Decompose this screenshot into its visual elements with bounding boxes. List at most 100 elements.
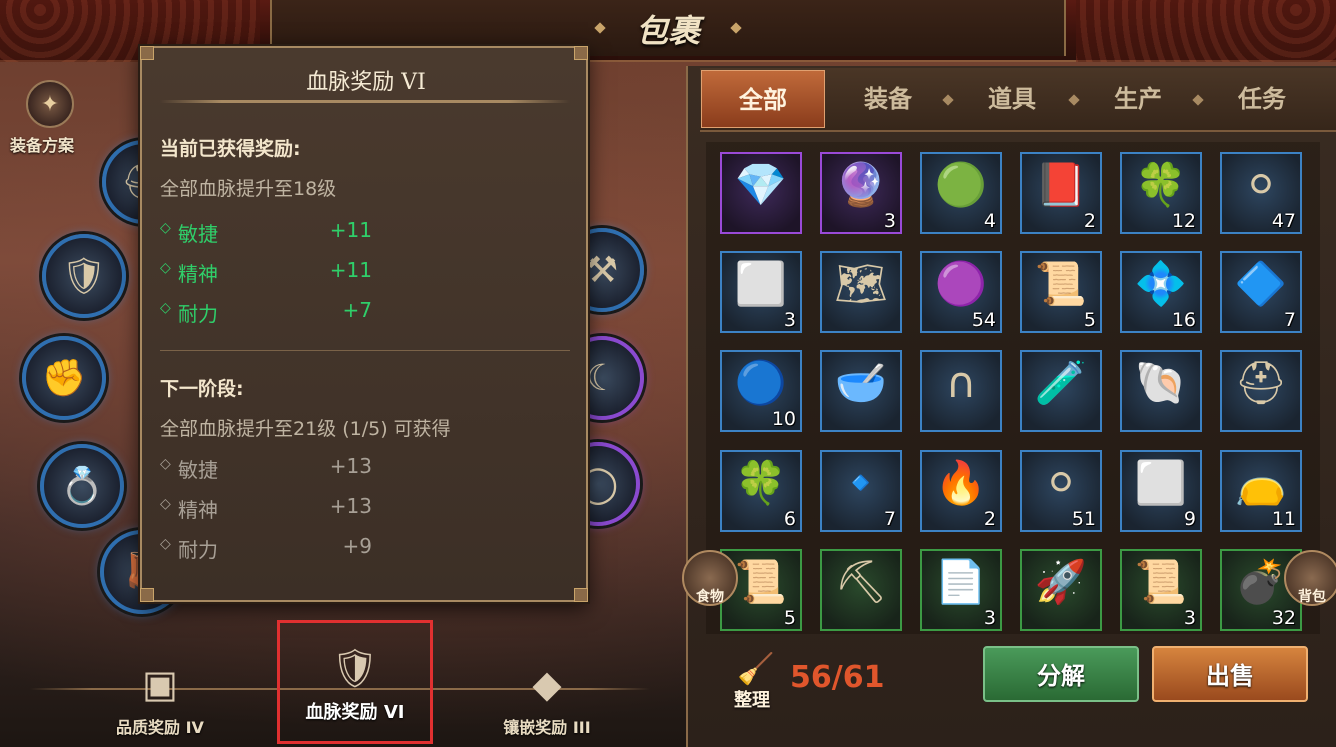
ring-icon: 💍 [59,466,105,507]
current-stat-row: ◇ 精神 +11 [160,258,460,286]
inventory-slot[interactable]: 👝 11 [1220,450,1302,532]
food-label: 食物 [696,589,724,605]
item-quantity: 6 [783,508,796,530]
next-stat-row: ◇ 精神 +13 [160,494,460,522]
current-reward-desc: 全部血脉提升至18级 [160,178,337,200]
helmet-item-icon: ⛑ [1234,358,1288,407]
item-quantity: 4 [983,210,996,232]
diamond-bullet-icon: ◇ [160,220,171,236]
shell-icon: 🐚 [1134,358,1188,407]
item-quantity: 7 [1283,309,1296,331]
equip-slot-gauntlet[interactable]: ✊ [22,336,106,420]
ember-icon: 🔥 [934,458,988,507]
item-quantity: 7 [883,508,896,530]
inventory-slot[interactable]: 🗺 [820,251,902,333]
next-stat-row: ◇ 耐力 +9 [160,534,460,562]
rocket-icon: 🚀 [1034,557,1088,606]
reward-label: 镶嵌奖励 III [503,718,591,737]
inventory-slot[interactable]: 🔥 2 [920,450,1002,532]
equip-slot-armor[interactable]: 🛡 [42,234,126,318]
emblem-icon: ✦ [26,80,74,128]
inventory-slot[interactable]: 🥣 [820,350,902,432]
inventory-slot[interactable]: 📕 2 [1020,152,1102,234]
inventory-slot[interactable]: 🍀 6 [720,450,802,532]
equip-slot-ring[interactable]: 💍 [40,444,124,528]
blue-crystal-icon: 💎 [734,160,788,209]
purple-gem-icon: 🔮 [834,160,888,209]
inventory-slot[interactable]: 💎 [720,152,802,234]
reward-label: 品质奖励 IV [116,718,204,737]
inventory-slot[interactable]: 📜 5 [1020,251,1102,333]
stat-name: 耐力 [178,538,218,562]
next-stat-row: ◇ 敏捷 +13 [160,454,460,482]
inventory-slot[interactable]: 🔮 3 [820,152,902,234]
inventory-slot[interactable]: 📜 3 [1120,549,1202,631]
tab-equipment[interactable]: 装备 [826,70,950,128]
tooltip-corner [140,588,154,602]
inventory-slot[interactable]: ⛑ [1220,350,1302,432]
item-quantity: 51 [1071,508,1096,530]
decompose-button[interactable]: 分解 [983,646,1139,702]
equipment-plan-button[interactable]: ✦ [20,80,80,140]
green-crystal-icon: 🟢 [934,160,988,209]
scroll-icon: 📜 [1134,557,1188,606]
inventory-slot[interactable]: ⬜ 3 [720,251,802,333]
inventory-slot[interactable]: 🔷 7 [1220,251,1302,333]
inventory-slot[interactable]: 🐚 [1120,350,1202,432]
current-reward-heading: 当前已获得奖励: [160,138,301,160]
inventory-slot[interactable]: ⛏ [820,549,902,631]
next-stage-desc: 全部血脉提升至21级 (1/5) 可获得 [160,418,451,440]
book-icon: ▣ [142,662,178,706]
backpack-button[interactable]: 背包 [1284,550,1336,606]
armor-icon: 🛡 [61,256,107,297]
tooltip-divider [160,100,570,103]
shovel-icon: ⛏ [834,557,888,606]
stat-value: +11 [329,218,372,242]
inventory-slot[interactable]: 💠 16 [1120,251,1202,333]
stat-value: +13 [329,494,372,518]
amethyst-icon: 🟣 [934,259,988,308]
tab-all[interactable]: 全部 [701,70,825,128]
inventory-slot[interactable]: 🔹 7 [820,450,902,532]
diamond-bullet-icon: ◇ [160,260,171,276]
reward-inlay[interactable]: ◆ 镶嵌奖励 III [492,656,602,738]
item-quantity: 11 [1271,508,1296,530]
reward-tooltip: 血脉奖励 VI 当前已获得奖励: 全部血脉提升至18级 ◇ 敏捷 +11 ◇ 精… [140,46,588,602]
tab-items[interactable]: 道具 [950,70,1074,128]
sell-button[interactable]: 出售 [1152,646,1308,702]
tooltip-corner [140,46,154,60]
fang-necklace-icon: ☾ [585,357,619,399]
stat-name: 精神 [178,498,218,522]
tab-quest[interactable]: 任务 [1200,70,1324,128]
inventory-slot[interactable]: 🚀 [1020,549,1102,631]
inventory-slot[interactable]: 🧪 [1020,350,1102,432]
potion-icon: 🧪 [1034,358,1088,407]
horseshoe-icon: ∩ [945,358,977,407]
inventory-slot[interactable]: ⚪ 51 [1020,450,1102,532]
gauntlet-icon: ✊ [41,358,87,399]
inventory-slot[interactable]: ∩ [920,350,1002,432]
current-stat-row: ◇ 耐力 +7 [160,298,460,326]
tab-production[interactable]: 生产 [1076,70,1200,128]
item-quantity: 3 [783,309,796,331]
stat-name: 敏捷 [178,222,218,246]
reward-quality[interactable]: ▣ 品质奖励 IV [108,656,212,738]
inventory-slot[interactable]: 🔵 10 [720,350,802,432]
item-quantity: 54 [971,309,996,331]
food-button[interactable]: 食物 [682,550,738,606]
inventory-slot[interactable]: 🟣 54 [920,251,1002,333]
tooltip-corner [574,46,588,60]
map-scroll-icon: 🗺 [834,259,888,308]
diamond-bullet-icon: ◇ [160,300,171,316]
selection-highlight [277,620,433,744]
equipment-plan-label: 装备方案 [10,136,75,155]
green-ore-icon: 🍀 [1134,160,1188,209]
inventory-slot[interactable]: 📄 3 [920,549,1002,631]
sort-button-label[interactable]: 整理 [734,686,770,712]
next-stage-heading: 下一阶段: [160,378,244,400]
inventory-slot[interactable]: ⚪ 47 [1220,152,1302,234]
backpack-label: 背包 [1298,589,1326,605]
inventory-slot[interactable]: 🟢 4 [920,152,1002,234]
inventory-slot[interactable]: 🍀 12 [1120,152,1202,234]
inventory-slot[interactable]: ⬜ 9 [1120,450,1202,532]
